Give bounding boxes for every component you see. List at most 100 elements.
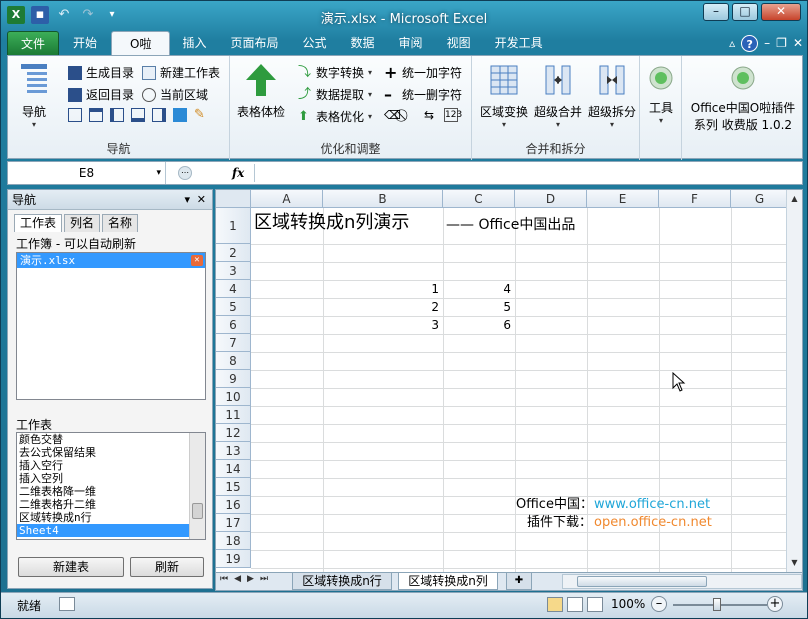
row-header[interactable]: 4 [216, 280, 251, 298]
row-header[interactable]: 17 [216, 514, 251, 532]
page-break-view-icon[interactable] [587, 597, 603, 612]
tools-button[interactable]: 工具 ▾ [644, 62, 678, 125]
nav-tab-columns[interactable]: 列名 [64, 214, 101, 232]
column-header-e[interactable]: E [587, 190, 659, 208]
row-header[interactable]: 3 [216, 262, 251, 280]
nav-tab-sheets[interactable]: 工作表 [14, 214, 63, 232]
column-header-g[interactable]: G [731, 190, 789, 208]
super-split-button[interactable]: 超级拆分 ▾ [586, 62, 638, 129]
next-sheet-icon[interactable]: ▶ [247, 574, 254, 584]
row-header[interactable]: 11 [216, 406, 251, 424]
insert-sheet-icon[interactable]: ✚ [506, 573, 532, 590]
zoom-out-icon[interactable]: – [651, 596, 667, 612]
page-layout-view-icon[interactable] [567, 597, 583, 612]
tab-view[interactable]: 视图 [435, 31, 483, 55]
right-bar-icon[interactable] [152, 108, 166, 122]
tab-page-layout[interactable]: 页面布局 [219, 31, 291, 55]
return-catalog-button[interactable]: 返回目录 [68, 86, 134, 103]
tab-ola[interactable]: O啦 [111, 31, 171, 55]
cell-b5[interactable]: 2 [323, 298, 443, 316]
list-item[interactable]: Sheet4 [17, 524, 189, 537]
column-header-a[interactable]: A [251, 190, 323, 208]
gen-catalog-button[interactable]: 生成目录 [68, 64, 134, 81]
close-workbook-icon[interactable]: ✕ [191, 255, 203, 266]
tab-developer[interactable]: 开发工具 [483, 31, 555, 55]
cell-b6[interactable]: 3 [323, 316, 443, 334]
last-sheet-icon[interactable]: ⏭ [260, 574, 268, 584]
list-item[interactable]: 插入空列 [17, 472, 189, 485]
unify-delete-button[interactable]: – 统一删字符 [384, 86, 462, 103]
tab-file[interactable]: 文件 [7, 31, 60, 55]
plugin-label[interactable]: 插件下载： [516, 514, 592, 532]
cell-c4[interactable]: 4 [443, 280, 515, 298]
cell-c5[interactable]: 5 [443, 298, 515, 316]
list-item[interactable]: 插入空行 [17, 459, 189, 472]
ribbon-minimize-icon[interactable]: ▵ [729, 36, 735, 50]
sheet-list-scrollbar[interactable] [189, 433, 205, 539]
expand-icon[interactable]: ⋯ [178, 166, 192, 180]
minimize-icon[interactable]: – [703, 3, 729, 21]
row-header[interactable]: 8 [216, 352, 251, 370]
left-bar-icon[interactable] [110, 108, 124, 122]
refresh-button[interactable]: 刷新 [130, 557, 204, 577]
row-header[interactable]: 18 [216, 532, 251, 550]
doc-close-icon[interactable]: ✕ [793, 36, 803, 50]
row-header[interactable]: 9 [216, 370, 251, 388]
fill-icon[interactable] [173, 108, 187, 122]
scroll-down-icon[interactable]: ▼ [788, 556, 801, 570]
plugin-url-link[interactable]: open.office-cn.net [594, 514, 712, 532]
sheet-tab-rows[interactable]: 区域转换成n行 [292, 573, 392, 590]
row-header[interactable]: 15 [216, 478, 251, 496]
close-icon[interactable]: ✕ [761, 3, 801, 21]
nav-button[interactable]: 导航 ▾ [16, 62, 52, 129]
row-header[interactable]: 6 [216, 316, 251, 334]
fx-icon[interactable]: fx [232, 162, 252, 184]
no-format-icon[interactable]: ⃠ [404, 108, 418, 122]
cell-c6[interactable]: 6 [443, 316, 515, 334]
sheet-tab-columns[interactable]: 区域转换成n列 [398, 573, 498, 590]
close-icon[interactable]: ✕ [197, 190, 206, 210]
top-bar-icon[interactable] [89, 108, 103, 122]
table-optimize-button[interactable]: ⬆ 表格优化 ▾ [298, 108, 372, 125]
office-label[interactable]: Office中国： [516, 496, 593, 514]
scroll-up-icon[interactable]: ▲ [788, 192, 801, 206]
table-check-button[interactable]: 表格体检 [234, 62, 288, 120]
doc-minimize-icon[interactable]: – [764, 36, 770, 50]
tab-review[interactable]: 审阅 [387, 31, 435, 55]
eraser-icon[interactable]: ⌫ [384, 108, 401, 122]
num-convert-button[interactable]: ⤵ 数字转换 ▾ [298, 64, 372, 81]
list-item[interactable]: 颜色交替 [17, 433, 189, 446]
unify-add-button[interactable]: + 统一加字符 [384, 64, 462, 81]
sheet-title[interactable]: 区域转换成n列演示 [254, 210, 409, 236]
row-header[interactable]: 16 [216, 496, 251, 514]
list-item[interactable]: 演示.xlsx ✕ [17, 253, 205, 268]
first-sheet-icon[interactable]: ⏮ [220, 574, 228, 584]
list-item[interactable]: 二维表格降一维 [17, 485, 189, 498]
super-merge-button[interactable]: 超级合并 ▾ [532, 62, 584, 129]
nav-tab-names[interactable]: 名称 [102, 214, 139, 232]
column-header-d[interactable]: D [515, 190, 587, 208]
row-header[interactable]: 1 [216, 208, 251, 244]
horizontal-scrollbar[interactable] [562, 574, 802, 589]
select-all-corner[interactable] [216, 190, 251, 208]
tab-home[interactable]: 开始 [59, 31, 111, 55]
list-item[interactable]: 去公式保留结果 [17, 446, 189, 459]
list-item[interactable]: 区域转换成n行 [17, 511, 189, 524]
zoom-level[interactable]: 100% [611, 597, 645, 611]
new-sheet-button[interactable]: 新建表 [18, 557, 124, 577]
row-header[interactable]: 13 [216, 442, 251, 460]
cell-b4[interactable]: 1 [323, 280, 443, 298]
tab-formulas[interactable]: 公式 [291, 31, 339, 55]
tab-insert[interactable]: 插入 [170, 31, 218, 55]
chevron-down-icon[interactable]: ▾ [184, 190, 190, 210]
prev-sheet-icon[interactable]: ◀ [234, 574, 241, 584]
macro-record-icon[interactable] [59, 597, 75, 611]
office-url-link[interactable]: www.office-cn.net [594, 496, 710, 514]
row-header[interactable]: 14 [216, 460, 251, 478]
doc-restore-icon[interactable]: ❐ [776, 36, 787, 50]
normal-view-icon[interactable] [547, 597, 563, 612]
row-header[interactable]: 12 [216, 424, 251, 442]
maximize-icon[interactable]: □ [732, 3, 758, 21]
swap-icon[interactable]: ⇆ [424, 108, 438, 122]
tab-data[interactable]: 数据 [339, 31, 387, 55]
